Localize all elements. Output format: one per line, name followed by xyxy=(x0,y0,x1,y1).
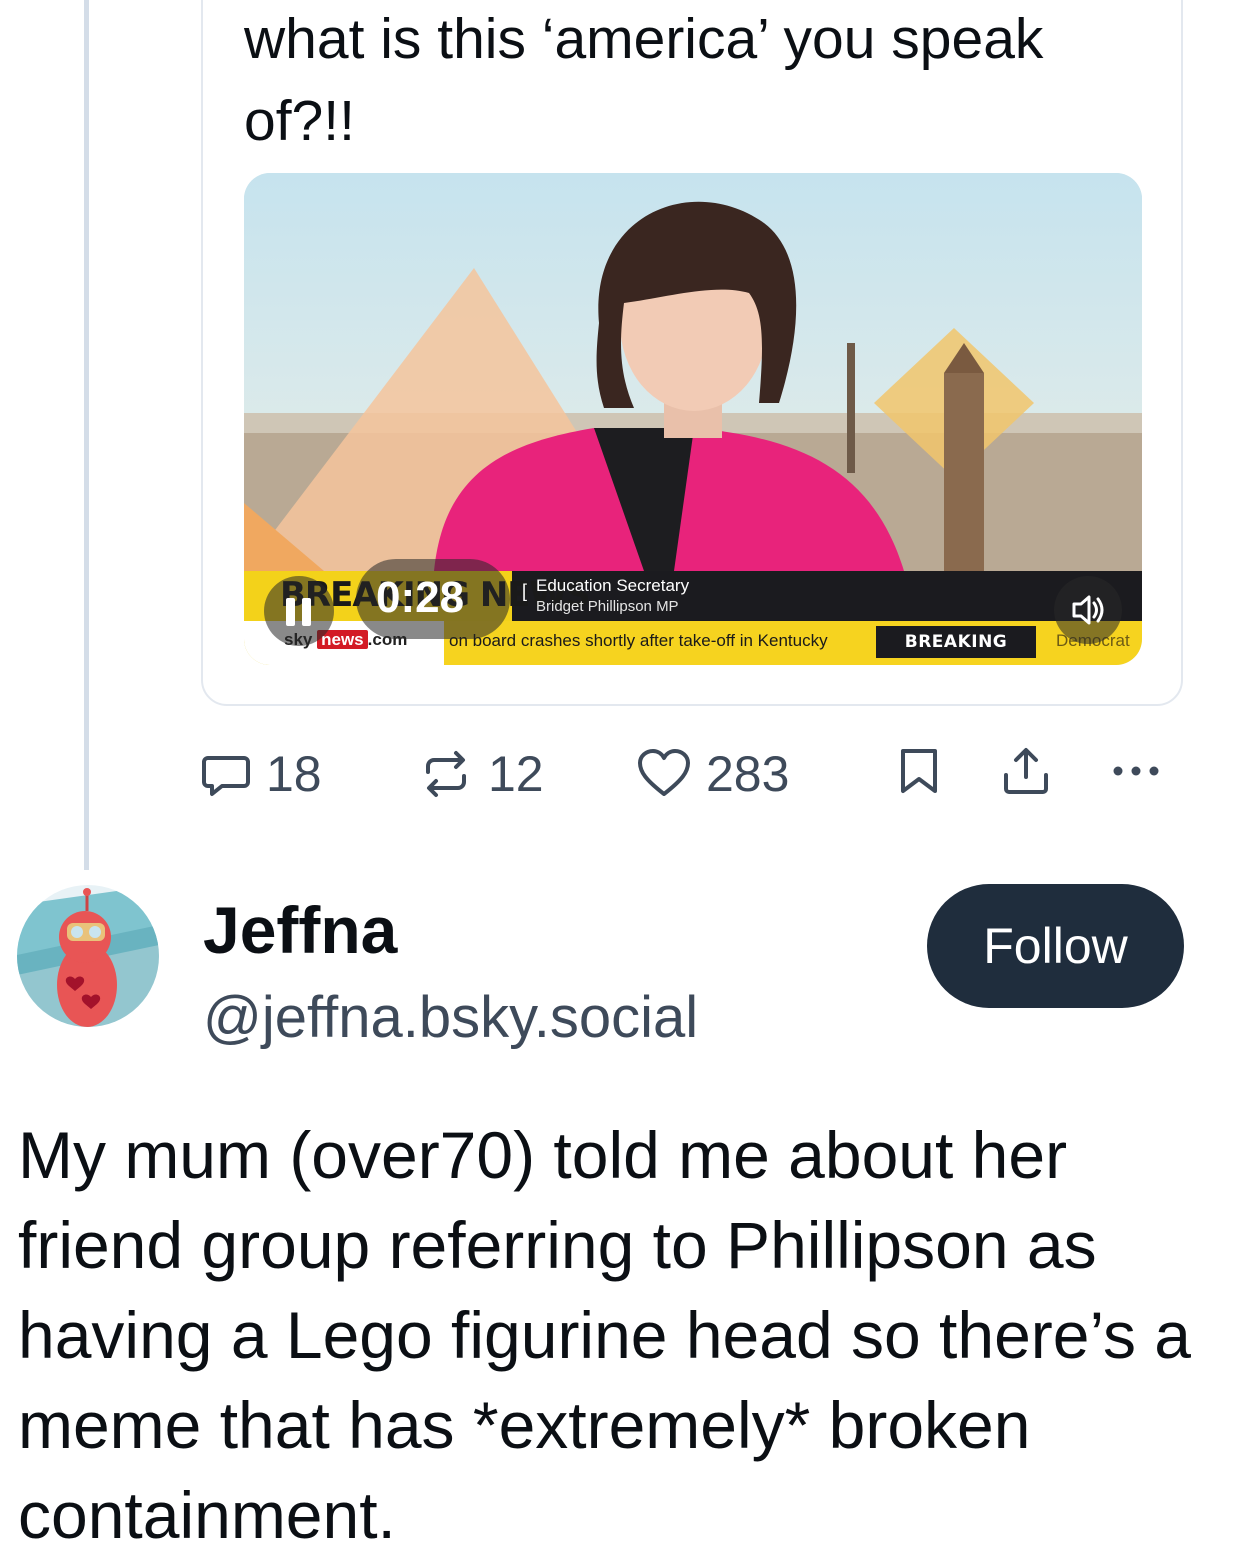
like-icon xyxy=(638,749,690,796)
reply-icon xyxy=(202,756,250,796)
avatar-image xyxy=(17,885,159,1027)
reply-count: 18 xyxy=(266,746,322,802)
thread-line xyxy=(84,0,89,870)
more-options-button[interactable] xyxy=(1110,745,1162,797)
bookmark-button[interactable] xyxy=(895,745,943,797)
pause-icon xyxy=(286,598,295,626)
repost-icon xyxy=(426,751,466,797)
video-frame xyxy=(244,173,1142,571)
like-button[interactable]: 283 xyxy=(636,745,789,803)
speaker-icon xyxy=(1072,595,1104,625)
avatar[interactable] xyxy=(17,885,159,1027)
share-icon xyxy=(1004,748,1048,794)
video-time: 0:28 xyxy=(376,573,465,622)
share-button[interactable] xyxy=(1000,745,1052,797)
pause-button[interactable] xyxy=(264,576,334,646)
caption-title: Education Secretary xyxy=(536,576,690,595)
video-player[interactable]: BREAKING NEWS [ Education Secretary Brid… xyxy=(244,173,1142,665)
author-handle[interactable]: @jeffna.bsky.social xyxy=(203,984,698,1051)
author-display-name[interactable]: Jeffna xyxy=(203,892,397,968)
breaking-news-tag: BREAKING NEWS xyxy=(876,626,1036,665)
reply-button[interactable]: 18 xyxy=(200,745,322,803)
repost-count: 12 xyxy=(488,746,544,802)
quoted-post-text: what is this ‘america’ you speak of?!! xyxy=(244,7,1044,153)
bookmark-icon xyxy=(901,749,937,793)
ticker-text: on board crashes shortly after take-off … xyxy=(449,631,828,650)
caption-bracket: [ xyxy=(522,581,528,601)
mute-button[interactable] xyxy=(1054,576,1122,644)
caption-subtitle: Bridget Phillipson MP xyxy=(536,598,679,615)
repost-button[interactable]: 12 xyxy=(418,745,544,803)
like-count: 283 xyxy=(706,746,790,802)
more-icon xyxy=(1113,766,1159,776)
follow-button[interactable]: Follow xyxy=(927,884,1184,1008)
pause-icon xyxy=(302,598,311,626)
post-text: My mum (over70) told me about her friend… xyxy=(18,1118,1191,1552)
post-actions: 18 12 283 xyxy=(200,745,1180,815)
